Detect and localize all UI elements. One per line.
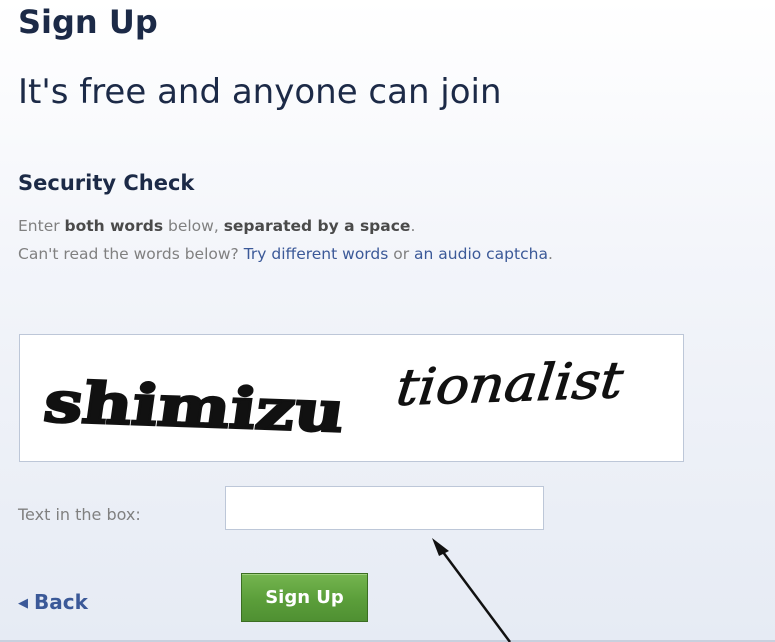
annotation-arrow-icon	[432, 538, 512, 642]
